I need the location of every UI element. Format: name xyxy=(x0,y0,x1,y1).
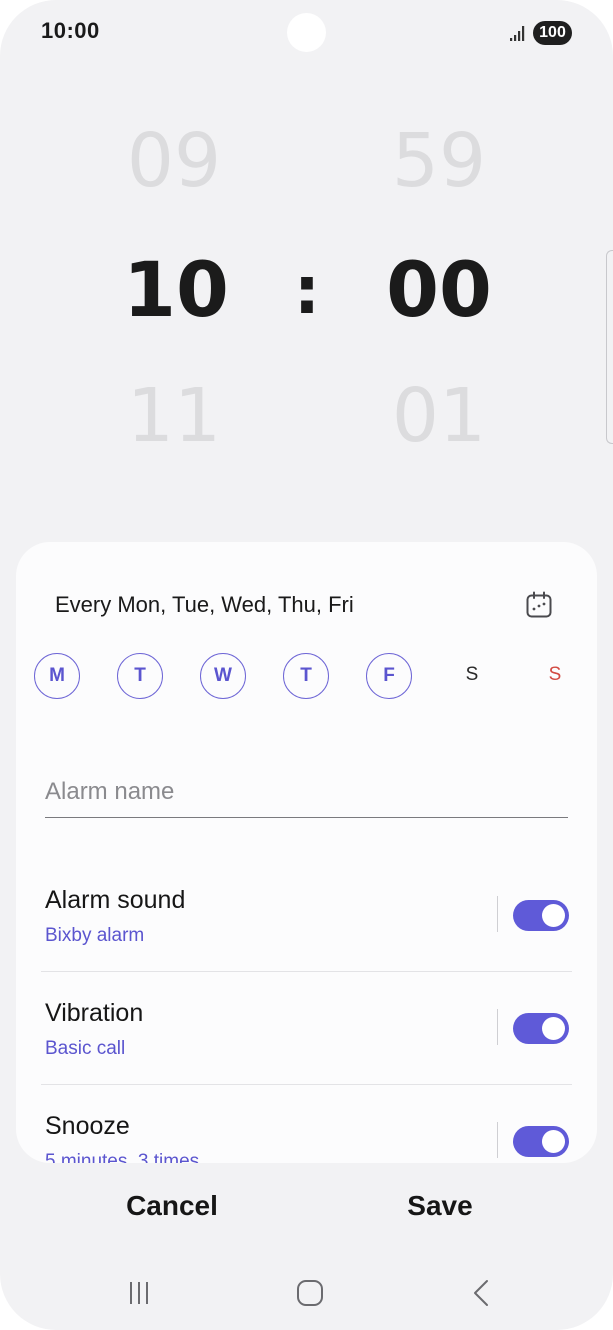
snooze-row[interactable]: Snooze 5 minutes, 3 times xyxy=(16,1112,597,1163)
switch-knob xyxy=(542,904,565,927)
cancel-button[interactable]: Cancel xyxy=(72,1190,272,1222)
hour-next[interactable]: 11 xyxy=(74,373,274,459)
hour-previous[interactable]: 09 xyxy=(74,118,274,204)
alarm-name-input[interactable] xyxy=(45,767,568,818)
day-monday-toggle[interactable]: M xyxy=(34,653,80,699)
minute-next[interactable]: 01 xyxy=(339,373,539,459)
day-wednesday-toggle[interactable]: W xyxy=(200,653,246,699)
save-button[interactable]: Save xyxy=(340,1190,540,1222)
day-saturday-toggle[interactable]: S xyxy=(449,653,495,699)
switch-knob xyxy=(542,1130,565,1153)
hour-selected[interactable]: 10 xyxy=(76,245,276,334)
alarm-edit-screen: 10:00 100 09 10 11 : 59 00 01 Every Mon,… xyxy=(0,0,613,1330)
edge-panel-handle[interactable] xyxy=(606,250,613,444)
battery-icon: 100 xyxy=(533,21,572,45)
switch-knob xyxy=(542,1017,565,1040)
minute-previous[interactable]: 59 xyxy=(339,118,539,204)
row-divider xyxy=(497,896,498,932)
snooze-switch[interactable] xyxy=(513,1126,569,1157)
home-icon[interactable] xyxy=(295,1278,325,1308)
vibration-switch[interactable] xyxy=(513,1013,569,1044)
vibration-title: Vibration xyxy=(45,999,144,1027)
vibration-row[interactable]: Vibration Basic call xyxy=(16,999,597,1111)
list-divider xyxy=(41,971,572,972)
signal-icon xyxy=(510,26,525,41)
alarm-sound-row[interactable]: Alarm sound Bixby alarm xyxy=(16,886,597,998)
alarm-sound-title: Alarm sound xyxy=(45,886,186,914)
calendar-icon[interactable] xyxy=(524,590,554,620)
row-divider xyxy=(497,1122,498,1158)
day-tuesday-toggle[interactable]: T xyxy=(117,653,163,699)
minute-selected[interactable]: 00 xyxy=(339,245,539,334)
snooze-title: Snooze xyxy=(45,1112,130,1140)
list-divider xyxy=(41,1084,572,1085)
repeat-summary: Every Mon, Tue, Wed, Thu, Fri xyxy=(55,592,354,617)
alarm-sound-value: Bixby alarm xyxy=(45,925,145,946)
day-sunday-toggle[interactable]: S xyxy=(532,653,578,699)
camera-cutout xyxy=(287,13,326,52)
recent-apps-icon[interactable] xyxy=(124,1278,154,1308)
alarm-settings-card: Every Mon, Tue, Wed, Thu, Fri M T W T F … xyxy=(16,542,597,1163)
snooze-value: 5 minutes, 3 times xyxy=(45,1151,200,1163)
back-icon[interactable] xyxy=(467,1278,497,1308)
status-time: 10:00 xyxy=(41,18,100,43)
day-friday-toggle[interactable]: F xyxy=(366,653,412,699)
vibration-value: Basic call xyxy=(45,1038,126,1059)
time-separator: : xyxy=(293,252,321,329)
alarm-sound-switch[interactable] xyxy=(513,900,569,931)
day-thursday-toggle[interactable]: T xyxy=(283,653,329,699)
row-divider xyxy=(497,1009,498,1045)
